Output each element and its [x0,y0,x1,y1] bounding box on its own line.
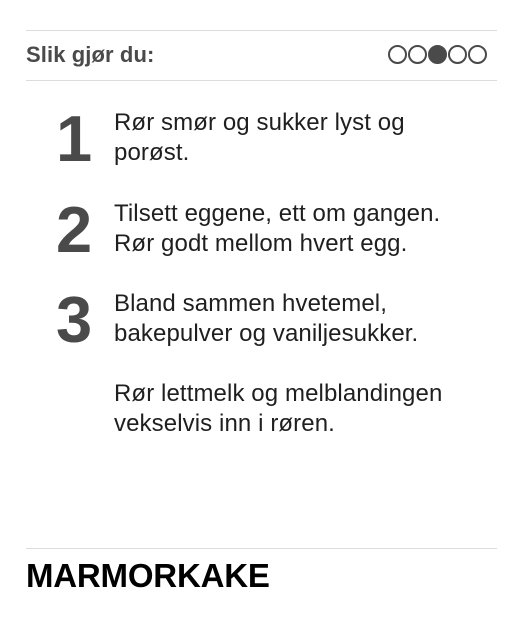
step-paragraph: Tilsett eggene, ett om gangen. Rør godt … [114,200,441,257]
step-number: 1 [56,102,92,175]
step-paragraph: Bland sammen hvetemel, bakepulver og van… [114,290,419,347]
step-paragraph: Rør lettmelk og melblandingen vekselvis … [114,380,443,437]
recipe-title: MARMORKAKE [26,557,270,594]
instructions-header: Slik gjør du: [26,31,497,80]
step-paragraph: Rør smør og sukker lyst og porøst. [114,109,405,166]
step-number: 2 [56,193,92,266]
progress-dot-3-icon[interactable] [428,45,447,64]
step-text: Bland sammen hvetemel, bakepulver og van… [114,289,464,439]
page-title: Slik gjør du: [26,41,155,67]
step-text: Rør smør og sukker lyst og porøst. [114,108,464,168]
progress-dot-2-icon[interactable] [408,45,427,64]
progress-indicator [388,45,487,64]
footer-divider [26,548,497,549]
progress-dot-4-icon[interactable] [448,45,467,64]
progress-dot-5-icon[interactable] [468,45,487,64]
step-text: Tilsett eggene, ett om gangen. Rør godt … [114,199,464,259]
header-divider [26,80,497,81]
step-number: 3 [56,283,92,356]
progress-dot-1-icon[interactable] [388,45,407,64]
